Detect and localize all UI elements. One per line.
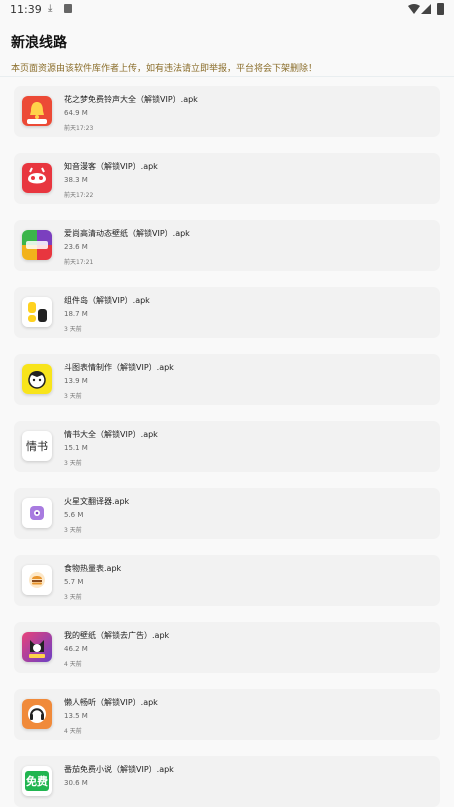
wifi-icon (408, 4, 420, 14)
app-list-item[interactable]: 免费 番茄免费小说（解锁VIP）.apk 30.6 M (14, 756, 440, 807)
app-size: 15.1 M (64, 444, 88, 452)
app-upload-time: 3 天前 (64, 460, 82, 467)
app-upload-time: 3 天前 (64, 527, 82, 534)
translator-icon (22, 498, 52, 528)
app-list-item[interactable]: 爱尚高清动态壁纸（解锁VIP）.apk 23.6 M 前天17:21 (14, 220, 440, 271)
bell-ringtone-icon (22, 96, 52, 126)
app-upload-time: 3 天前 (64, 326, 82, 333)
comic-face-icon (22, 163, 52, 193)
disclaimer-notice: 本页面资源由该软件库作者上传，如有违法请立即举报，平台将会下架删除！ (11, 64, 318, 74)
app-name: 知音漫客（解锁VIP）.apk (64, 162, 158, 171)
battery-icon (437, 3, 444, 15)
headphones-icon (22, 699, 52, 729)
app-size: 13.5 M (64, 712, 88, 720)
app-name: 懒人畅听（解锁VIP）.apk (64, 698, 158, 707)
divider (0, 76, 454, 77)
app-size: 5.6 M (64, 511, 84, 519)
app-list-item[interactable]: 斗图表情制作（解锁VIP）.apk 13.9 M 3 天前 (14, 354, 440, 405)
app-list-item[interactable]: 懒人畅听（解锁VIP）.apk 13.5 M 4 天前 (14, 689, 440, 740)
cat-wallpaper-icon (22, 632, 52, 662)
meme-face-icon (22, 364, 52, 394)
app-list-item[interactable]: 食物热量表.apk 5.7 M 3 天前 (14, 555, 440, 606)
app-list-item[interactable]: 知音漫客（解锁VIP）.apk 38.3 M 前天17:22 (14, 153, 440, 204)
app-list-item[interactable]: 情书 情书大全（解锁VIP）.apk 15.1 M 3 天前 (14, 421, 440, 472)
app-list-item[interactable]: 火星文翻译器.apk 5.6 M 3 天前 (14, 488, 440, 539)
download-icon: ⤓ (48, 3, 53, 14)
app-list-item[interactable]: 我的壁纸（解锁去广告）.apk 46.2 M 4 天前 (14, 622, 440, 673)
notification-a-icon (64, 4, 72, 13)
app-upload-time: 前天17:21 (64, 259, 94, 266)
love-letter-icon: 情书 (22, 431, 52, 461)
status-bar: 11:39 ⤓ (0, 0, 454, 20)
app-name: 花之梦免费铃声大全（解锁VIP）.apk (64, 95, 198, 104)
page-title: 新浪线路 (11, 35, 67, 51)
app-size: 5.7 M (64, 578, 84, 586)
app-size: 64.9 M (64, 109, 88, 117)
app-upload-time: 前天17:22 (64, 192, 94, 199)
app-name: 食物热量表.apk (64, 564, 122, 573)
free-novel-icon: 免费 (22, 766, 52, 796)
app-name: 爱尚高清动态壁纸（解锁VIP）.apk (64, 229, 190, 238)
widget-blocks-icon (22, 297, 52, 327)
app-upload-time: 4 天前 (64, 728, 82, 735)
app-name: 我的壁纸（解锁去广告）.apk (64, 631, 170, 640)
signal-icon (421, 4, 431, 14)
app-size: 46.2 M (64, 645, 88, 653)
app-upload-time: 前天17:23 (64, 125, 94, 132)
status-time: 11:39 (10, 3, 42, 16)
app-size: 30.6 M (64, 779, 88, 787)
app-name: 番茄免费小说（解锁VIP）.apk (64, 765, 174, 774)
app-name: 组件岛（解锁VIP）.apk (64, 296, 150, 305)
app-size: 23.6 M (64, 243, 88, 251)
app-size: 13.9 M (64, 377, 88, 385)
app-size: 18.7 M (64, 310, 88, 318)
app-list-item[interactable]: 组件岛（解锁VIP）.apk 18.7 M 3 天前 (14, 287, 440, 338)
app-name: 火星文翻译器.apk (64, 497, 130, 506)
app-name: 斗图表情制作（解锁VIP）.apk (64, 363, 174, 372)
love-letter-label: 情书 (26, 440, 48, 453)
wallpaper-icon (22, 230, 52, 260)
app-upload-time: 3 天前 (64, 393, 82, 400)
app-name: 情书大全（解锁VIP）.apk (64, 430, 158, 439)
app-size: 38.3 M (64, 176, 88, 184)
app-list-item[interactable]: 花之梦免费铃声大全（解锁VIP）.apk 64.9 M 前天17:23 (14, 86, 440, 137)
app-upload-time: 4 天前 (64, 661, 82, 668)
app-upload-time: 3 天前 (64, 594, 82, 601)
burger-icon (22, 565, 52, 595)
free-novel-label: 免费 (25, 771, 49, 791)
